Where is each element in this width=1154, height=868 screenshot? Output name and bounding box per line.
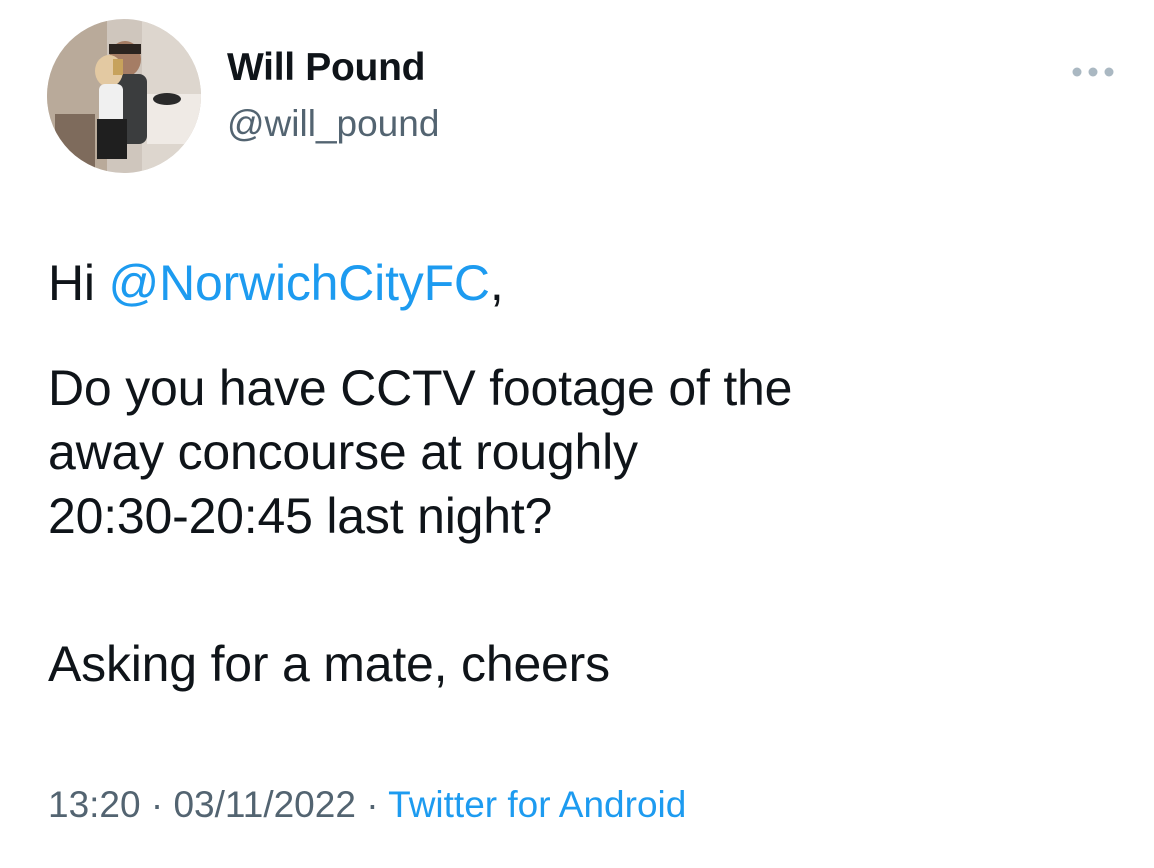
mention-link[interactable]: @NorwichCityFC xyxy=(109,255,491,311)
profile-photo-icon xyxy=(47,19,201,173)
tweet-question: Do you have CCTV footage of the away con… xyxy=(48,356,1128,548)
tweet-line-1: Do you have CCTV footage of the xyxy=(48,360,793,416)
author-display-name[interactable]: Will Pound xyxy=(227,46,425,90)
tweet-line-3: 20:30-20:45 last night? xyxy=(48,488,553,544)
meta-separator: · xyxy=(355,784,389,825)
tweet-date[interactable]: 03/11/2022 xyxy=(173,784,355,825)
greeting-punctuation: , xyxy=(489,255,504,311)
tweet-line-2: away concourse at roughly xyxy=(48,424,638,480)
greeting-text: Hi xyxy=(48,255,109,311)
avatar[interactable] xyxy=(47,19,201,173)
tweet-metadata: 13:20 · 03/11/2022 · Twitter for Android xyxy=(48,784,686,826)
author-handle[interactable]: @will_pound xyxy=(227,103,439,145)
tweet-time[interactable]: 13:20 xyxy=(48,784,141,825)
tweet-source-link[interactable]: Twitter for Android xyxy=(388,784,686,825)
tweet-greeting: Hi @NorwichCityFC, xyxy=(48,251,1128,315)
meta-separator: · xyxy=(140,784,174,825)
tweet-closing: Asking for a mate, cheers xyxy=(48,636,610,692)
tweet-card: Will Pound @will_pound Hi @NorwichCityFC… xyxy=(0,0,1154,868)
more-horizontal-icon[interactable] xyxy=(1068,60,1118,84)
